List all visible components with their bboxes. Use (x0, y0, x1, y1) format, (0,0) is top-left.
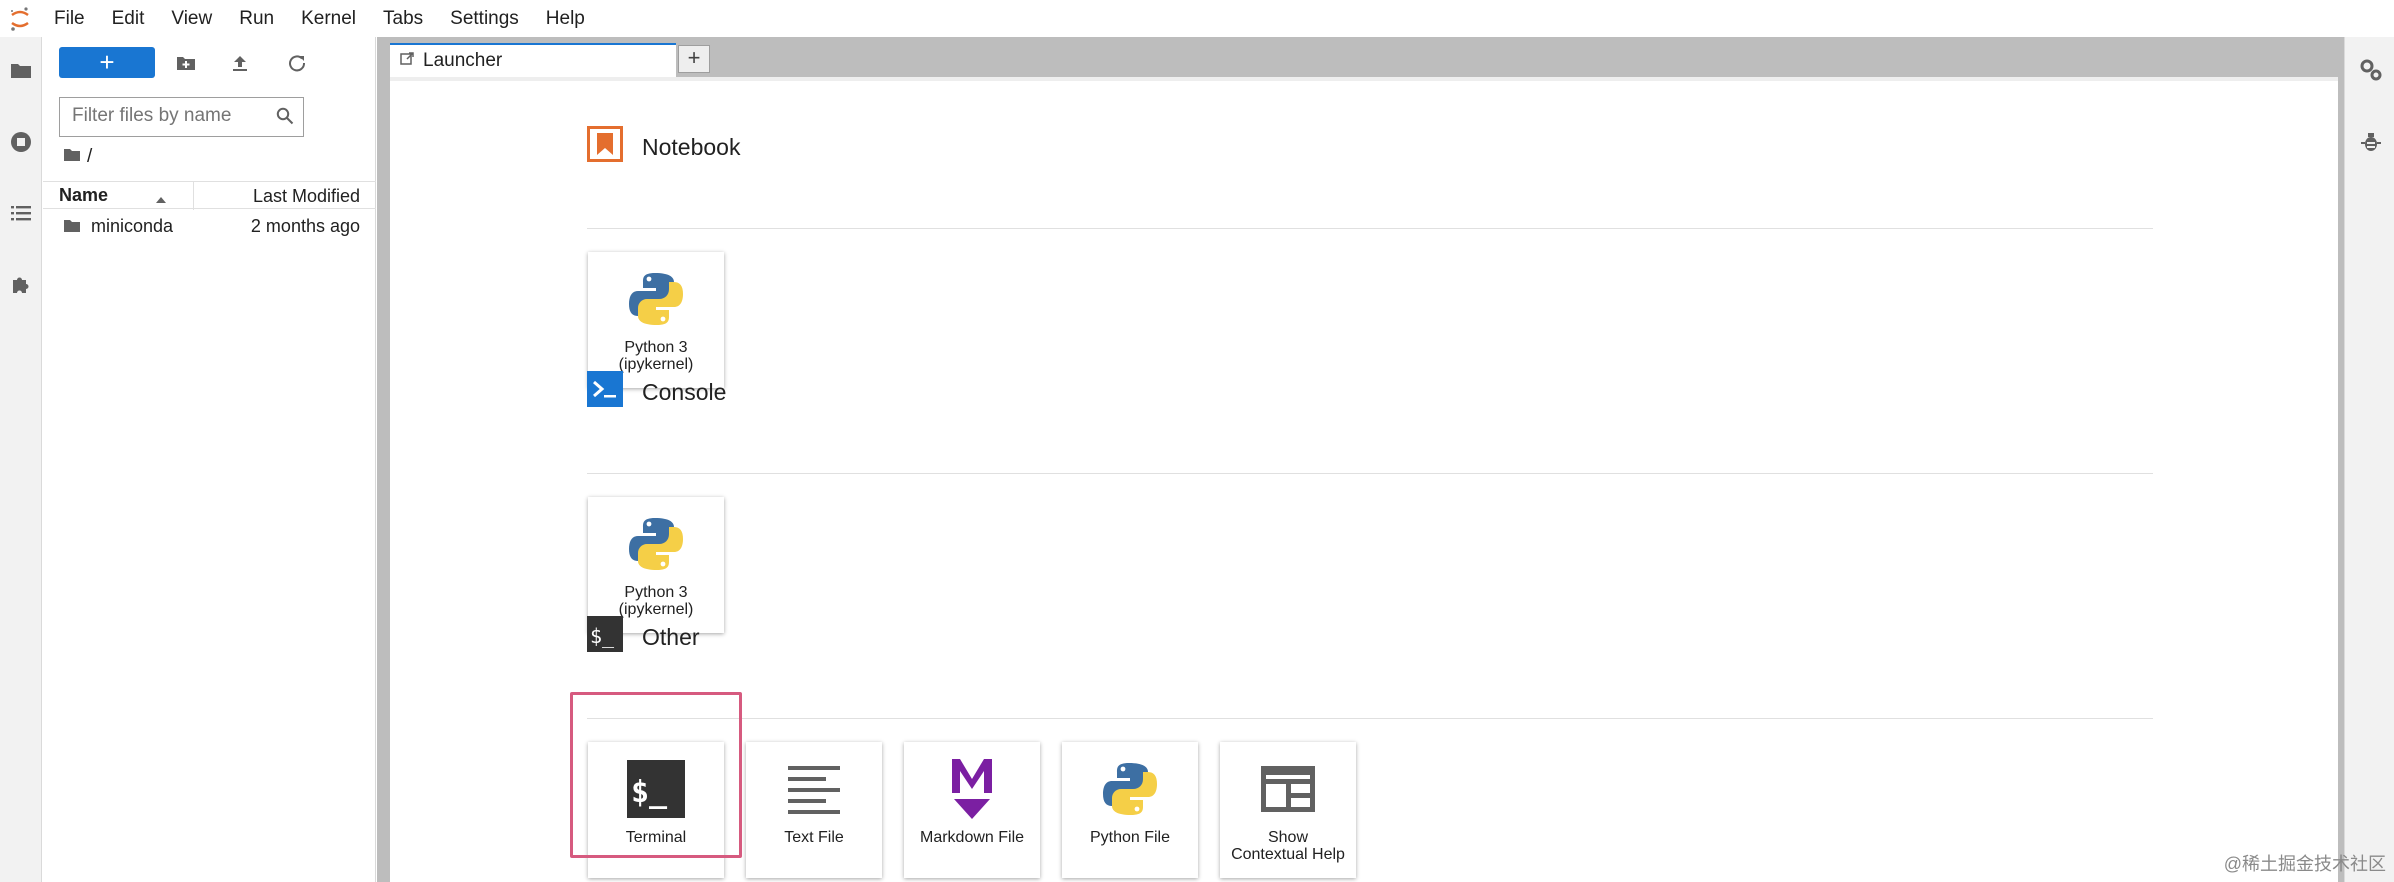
console-section-header: Console (587, 371, 726, 413)
console-section-icon (587, 371, 623, 413)
right-activity-bar (2344, 37, 2394, 882)
menu-bar: File Edit View Run Kernel Tabs Settings … (0, 0, 2394, 37)
other-section-icon: $_ (587, 616, 623, 658)
left-activity-bar (0, 37, 42, 882)
card-label: Python 3 (ipykernel) (618, 584, 694, 618)
card-label: Text File (784, 829, 844, 846)
other-section-header: $_ Other (587, 616, 700, 658)
python-file-card[interactable]: Python File (1062, 742, 1198, 878)
svg-text:$_: $_ (590, 624, 615, 648)
main-dock-area: Launcher + Notebook Python 3 (ipykernel)… (385, 37, 2344, 882)
file-modified: 2 months ago (250, 216, 360, 236)
file-name: miniconda (91, 216, 174, 236)
contextual-help-icon (1259, 755, 1317, 823)
section-divider (587, 228, 2153, 229)
property-inspector-gears-icon[interactable] (2358, 57, 2384, 83)
filter-files-input[interactable] (60, 98, 260, 134)
column-modified-header[interactable]: Last Modified (253, 186, 360, 207)
column-name-header[interactable]: Name (59, 185, 108, 206)
python-logo-icon (627, 265, 685, 333)
notebook-python3-card[interactable]: Python 3 (ipykernel) (588, 252, 724, 388)
breadcrumb-root[interactable]: / (87, 146, 92, 168)
add-tab-button[interactable]: + (678, 45, 710, 73)
card-label: Markdown File (919, 829, 1025, 846)
section-divider (587, 718, 2153, 719)
panel-splitter[interactable] (377, 37, 385, 882)
running-kernels-icon[interactable] (8, 129, 34, 155)
debugger-bug-icon[interactable] (2358, 129, 2384, 155)
filter-files-field[interactable] (59, 97, 304, 137)
python-logo-icon (627, 510, 685, 578)
tab-launcher[interactable]: Launcher (390, 43, 676, 77)
search-icon (276, 107, 294, 131)
menu-tabs[interactable]: Tabs (369, 0, 436, 37)
text-file-icon (785, 755, 843, 823)
notebook-section-icon (587, 126, 623, 168)
new-launcher-button[interactable]: + (59, 47, 155, 78)
new-folder-icon[interactable] (174, 51, 198, 75)
menu-edit[interactable]: Edit (98, 0, 158, 37)
table-of-contents-icon[interactable] (8, 200, 34, 226)
notebook-section-header: Notebook (587, 126, 740, 168)
file-list-header: Name Last Modified (43, 181, 376, 210)
section-divider (587, 473, 2153, 474)
menu-view[interactable]: View (157, 0, 225, 37)
column-divider[interactable] (193, 182, 194, 210)
terminal-highlight-box (570, 692, 742, 858)
refresh-icon[interactable] (285, 51, 309, 75)
other-section-title: Other (642, 623, 700, 650)
watermark: @稀土掘金技术社区 (2223, 854, 2386, 874)
folder-icon (63, 217, 81, 238)
file-row[interactable]: miniconda 2 months ago (43, 211, 376, 241)
menu-run[interactable]: Run (225, 0, 287, 37)
card-label: Python File (1089, 829, 1171, 846)
sort-ascending-icon (155, 188, 167, 209)
card-label: Python 3 (ipykernel) (618, 339, 694, 373)
console-python3-card[interactable]: Python 3 (ipykernel) (588, 497, 724, 633)
markdown-file-card[interactable]: Markdown File (904, 742, 1040, 878)
folder-icon[interactable] (8, 57, 34, 83)
launcher-panel: Notebook Python 3 (ipykernel) Console Py… (390, 77, 2338, 882)
tab-bar: Launcher + (385, 37, 2344, 77)
jupyter-logo-icon (0, 0, 40, 37)
file-browser-panel: + / Name Last Modified minicond (43, 37, 376, 882)
launcher-tab-icon (400, 50, 415, 72)
notebook-section-title: Notebook (642, 133, 741, 160)
python-logo-icon (1101, 755, 1159, 823)
breadcrumb: / (63, 146, 92, 168)
tab-label: Launcher (423, 50, 503, 71)
home-folder-icon[interactable] (63, 146, 81, 168)
console-section-title: Console (642, 378, 727, 405)
menu-file[interactable]: File (40, 0, 98, 37)
text-file-card[interactable]: Text File (746, 742, 882, 878)
file-browser-toolbar: + (43, 47, 376, 81)
upload-icon[interactable] (228, 51, 252, 75)
menu-help[interactable]: Help (532, 0, 598, 37)
menu-kernel[interactable]: Kernel (287, 0, 369, 37)
card-label: Show Contextual Help (1231, 829, 1345, 863)
contextual-help-card[interactable]: Show Contextual Help (1220, 742, 1356, 878)
markdown-icon (943, 755, 1001, 823)
extensions-puzzle-icon[interactable] (8, 271, 34, 297)
menu-settings[interactable]: Settings (436, 0, 532, 37)
